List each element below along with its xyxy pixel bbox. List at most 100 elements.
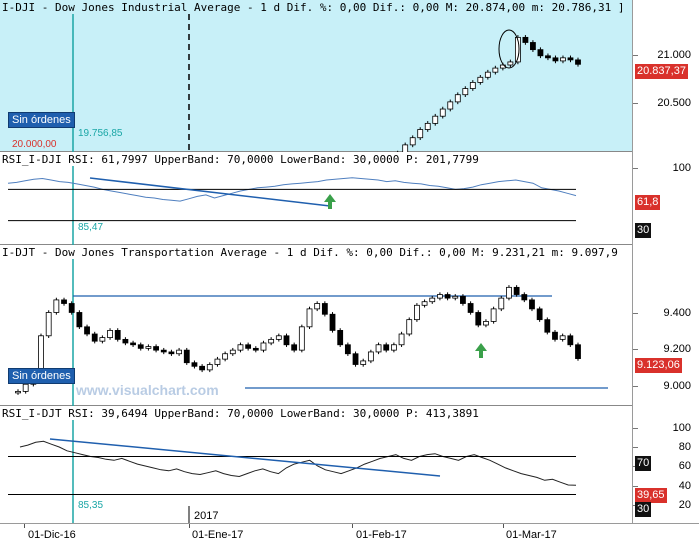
djt-candle [283,335,290,346]
year-label: 2017 [194,510,219,522]
rsi-djt-tick-20: 20 [678,499,691,511]
djt-tick-9000: 9.000 [663,380,691,392]
djt-candle [130,342,136,346]
rsi-dji-header: RSI_I-DJI RSI: 61,7997 UpperBand: 70,000… [2,153,479,166]
djt-candle [229,349,236,355]
djt-price-axis: 9.400 9.200 9.000 9.123,06 [632,245,699,406]
rsi-dji-panel[interactable]: RSI_I-DJI RSI: 61,7997 UpperBand: 70,000… [0,152,632,245]
dji-cursor-value: 19.756,85 [78,128,123,139]
djt-candle [352,353,359,365]
rsi-dji-trendline [89,177,331,207]
djt-candle [84,326,90,335]
djt-orders-badge[interactable]: Sin órdenes [8,368,75,384]
djt-candle [38,335,44,373]
djt-candle [76,312,83,328]
rsi-dji-lower-band: 30 [635,223,652,238]
djt-candle [68,303,75,313]
dji-orders-badge[interactable]: Sin órdenes [8,112,75,128]
rsi-djt-panel[interactable]: RSI_I-DJT RSI: 39,6494 UpperBand: 70,000… [0,406,632,523]
djt-candle [536,308,543,321]
dji-candle [417,129,424,139]
djt-candle [206,364,213,371]
dji-tick-20500: 20.500 [657,97,691,109]
djt-candle [61,299,67,304]
djt-candle [91,333,98,342]
djt-candle [552,331,558,340]
date-label-dec: 01-Dic-16 [28,529,76,541]
rsi-dji-tick-100: 100 [672,162,691,174]
djt-candle [314,303,321,310]
dji-candle [424,122,431,130]
rsi-dji-current: 61,8 [635,195,661,210]
djt-candle [160,349,167,353]
djt-candle [107,330,113,338]
djt-header: I-DJT - Dow Jones Transportation Average… [2,246,618,259]
djt-candle [245,344,252,349]
djt-candle [176,349,182,355]
djt-tick-9400: 9.400 [663,307,691,319]
djt-candle [390,344,397,351]
djt-candle [567,335,574,346]
rsi-dji-cursor-value: 85,47 [78,222,104,233]
dji-candle [530,42,536,51]
djt-candle [137,344,144,349]
djt-candle [506,286,512,299]
rsi-djt-tick-80: 80 [678,441,691,453]
dji-header: I-DJI - Dow Jones Industrial Average - 1… [2,1,625,14]
djt-current-price: 9.123,06 [635,358,682,373]
djt-candle [490,308,497,322]
rsi-djt-tick-100: 100 [672,422,691,434]
dji-candle [507,61,514,66]
dji-candle [567,57,574,61]
dji-chart-panel[interactable]: I-DJI - Dow Jones Industrial Average - 1… [0,0,632,152]
dji-candle [469,82,476,89]
djt-candle [191,362,198,367]
djt-candle [168,351,175,355]
rsi-djt-current: 39,65 [635,488,667,503]
djt-candle [575,344,581,359]
djt-chart-panel[interactable]: I-DJT - Dow Jones Transportation Average… [0,245,632,406]
djt-candle [444,294,451,299]
djt-candle [337,330,344,346]
dji-candle [575,59,581,65]
djt-candle [306,308,313,328]
watermark: www.visualchart.com [76,382,219,398]
djt-candle [291,344,298,351]
djt-candle [260,342,267,351]
djt-candle [153,346,159,351]
date-label-feb: 01-Feb-17 [356,529,407,541]
djt-candle [122,338,129,344]
dji-candle [402,144,409,152]
dji-candle [537,49,544,57]
djt-candle [521,294,528,301]
dji-candle [454,94,461,103]
djt-candle [498,297,505,310]
djt-candle [199,365,206,371]
date-label-jan: 01-Ene-17 [192,529,244,541]
djt-up-arrow [475,343,487,358]
djt-candle [268,338,275,344]
dji-level-label: 20.000,00 [12,139,57,150]
djt-candle [360,360,367,365]
rsi-djt-header: RSI_I-DJT RSI: 39,6494 UpperBand: 70,000… [2,407,479,420]
djt-candle [53,299,60,313]
djt-candle [398,333,405,346]
dji-current-price: 20.837,37 [635,64,688,79]
rsi-dji-axis: 100 61,8 30 [632,152,699,245]
rsi-dji-up-arrow [324,194,336,209]
djt-candle [375,344,382,353]
dji-candle [477,76,484,83]
djt-candle [529,299,535,310]
djt-candle [460,295,466,304]
djt-candle [298,326,305,351]
djt-candle [437,294,443,299]
dji-candle [552,57,559,62]
rsi-djt-upper-band: 70 [635,456,652,471]
rsi-djt-cursor-value: 85,35 [78,500,104,511]
djt-candle [222,353,229,360]
date-label-mar: 01-Mar-17 [506,529,557,541]
rsi-djt-trendline [49,438,441,477]
dji-candle [545,55,551,59]
djt-candle [45,312,52,337]
rsi-djt-lower-band: 30 [635,502,652,517]
